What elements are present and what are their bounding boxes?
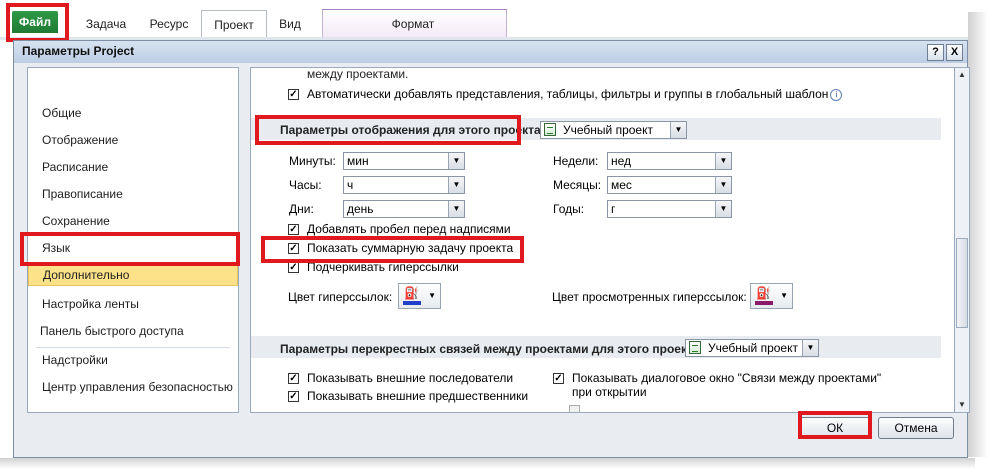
nav-item-quick-access[interactable]: Панель быстрого доступа <box>28 319 238 343</box>
auto-add-label: Автоматически добавлять представления, т… <box>307 87 829 101</box>
years-value: г <box>611 202 616 216</box>
weeks-label: Недели: <box>553 154 599 168</box>
tab-view[interactable]: Вид <box>270 10 310 38</box>
weeks-select[interactable]: нед ▼ <box>607 152 732 170</box>
content-scrollbar[interactable]: ▲ ▼ <box>954 67 970 413</box>
underline-links-label: Подчеркивать гиперссылки <box>307 260 459 274</box>
ok-button[interactable]: ОК <box>800 417 870 439</box>
options-dialog: Параметры Project ? X Общие Отображение … <box>13 40 970 458</box>
cross-project-value: Учебный проект <box>708 341 798 355</box>
tab-project[interactable]: Проект <box>201 10 267 38</box>
cross-section-label: Параметры перекрестных связей между прое… <box>280 342 704 356</box>
info-icon: i <box>830 88 843 101</box>
display-project-select[interactable]: Учебный проект ▼ <box>540 121 687 139</box>
tab-resource[interactable]: Ресурс <box>140 10 198 38</box>
display-section-label: Параметры отображения для этого проекта: <box>280 123 545 137</box>
chevron-down-icon: ▼ <box>448 201 464 217</box>
tab-task[interactable]: Задача <box>78 10 134 38</box>
minutes-value: мин <box>347 154 369 168</box>
visited-color-label: Цвет просмотренных гиперссылок: <box>552 290 747 304</box>
months-label: Месяцы: <box>553 178 602 192</box>
help-button[interactable]: ? <box>927 44 944 61</box>
nav-item-advanced[interactable]: Дополнительно <box>28 262 238 286</box>
cross-project-select[interactable]: Учебный проект ▼ <box>685 339 819 357</box>
scroll-thumb[interactable] <box>956 238 968 328</box>
tab-file[interactable]: Файл <box>12 11 58 33</box>
options-nav: Общие Отображение Расписание Правописани… <box>27 67 239 413</box>
nav-item-addins[interactable]: Надстройки <box>28 348 238 372</box>
chevron-down-icon: ▼ <box>802 340 818 356</box>
link-color-button[interactable]: ⛽ ▼ <box>398 283 441 309</box>
cut-off-text: между проектами. <box>307 67 409 81</box>
paint-bucket-icon: ⛽ <box>756 286 771 300</box>
add-space-label: Добавлять пробел перед надписями <box>307 222 511 236</box>
window-shadow-right <box>968 12 988 457</box>
visited-color-swatch <box>755 301 773 305</box>
show-summary-checkbox[interactable]: ✓ <box>288 243 299 254</box>
show-summary-label: Показать суммарную задачу проекта <box>307 241 514 255</box>
visited-color-button[interactable]: ⛽ ▼ <box>750 283 793 309</box>
window-shadow-bottom <box>0 458 975 469</box>
tab-format[interactable]: Формат <box>370 10 456 38</box>
days-value: день <box>347 202 374 216</box>
display-project-value: Учебный проект <box>563 123 653 137</box>
months-value: мес <box>611 178 632 192</box>
ribbon: Файл Задача Ресурс Проект Вид Формат <box>0 0 968 40</box>
show-links-dialog-label: Показывать диалоговое окно "Связи между … <box>572 371 882 399</box>
chevron-down-icon: ▼ <box>428 291 436 300</box>
nav-item-customize-ribbon[interactable]: Настройка ленты <box>28 292 238 316</box>
years-label: Годы: <box>553 202 585 216</box>
link-color-swatch <box>403 301 421 305</box>
chevron-down-icon: ▼ <box>715 153 731 169</box>
chevron-down-icon: ▼ <box>715 201 731 217</box>
hours-value: ч <box>347 178 354 192</box>
auto-add-row: Автоматически добавлять представления, т… <box>307 87 843 101</box>
days-label: Дни: <box>289 202 314 216</box>
project-file-icon <box>544 123 556 136</box>
minutes-label: Минуты: <box>289 154 336 168</box>
cancel-button[interactable]: Отмена <box>878 417 954 439</box>
chevron-down-icon: ▼ <box>715 177 731 193</box>
dialog-titlebar: Параметры Project ? X <box>14 41 967 63</box>
chevron-down-icon: ▼ <box>448 153 464 169</box>
nav-item-language[interactable]: Язык <box>28 236 238 260</box>
minutes-select[interactable]: мин ▼ <box>343 152 465 170</box>
underline-links-checkbox[interactable]: ✓ <box>288 262 299 273</box>
show-links-dialog-checkbox[interactable]: ✓ <box>553 373 564 384</box>
years-select[interactable]: г ▼ <box>607 200 732 218</box>
show-predecessors-label: Показывать внешние предшественники <box>307 389 529 403</box>
nav-item-display[interactable]: Отображение <box>28 128 238 152</box>
chevron-down-icon: ▼ <box>780 291 788 300</box>
nav-item-schedule[interactable]: Расписание <box>28 155 238 179</box>
hours-select[interactable]: ч ▼ <box>343 176 465 194</box>
dialog-title: Параметры Project <box>22 44 135 58</box>
project-file-icon <box>689 341 701 354</box>
nav-item-proofing[interactable]: Правописание <box>28 182 238 206</box>
show-successors-checkbox[interactable]: ✓ <box>288 373 299 384</box>
nav-item-general[interactable]: Общие <box>28 101 238 125</box>
close-button[interactable]: X <box>946 44 963 61</box>
scroll-down-icon[interactable]: ▼ <box>955 398 969 412</box>
add-space-checkbox[interactable]: ✓ <box>288 224 299 235</box>
show-predecessors-checkbox[interactable]: ✓ <box>288 391 299 402</box>
months-select[interactable]: мес ▼ <box>607 176 732 194</box>
paint-bucket-icon: ⛽ <box>404 286 419 300</box>
hours-label: Часы: <box>289 178 322 192</box>
chevron-down-icon: ▼ <box>670 122 686 138</box>
scroll-up-icon[interactable]: ▲ <box>955 68 969 82</box>
chevron-down-icon: ▼ <box>448 177 464 193</box>
options-content: между проектами. ✓ Автоматически добавля… <box>250 67 954 413</box>
days-select[interactable]: день ▼ <box>343 200 465 218</box>
nav-item-save[interactable]: Сохранение <box>28 209 238 233</box>
link-color-label: Цвет гиперссылок: <box>288 290 393 304</box>
nav-item-trust-center[interactable]: Центр управления безопасностью <box>28 375 238 399</box>
show-successors-label: Показывать внешние последователи <box>307 371 514 385</box>
weeks-value: нед <box>611 154 632 168</box>
disabled-checkbox[interactable] <box>569 405 580 412</box>
auto-add-checkbox[interactable]: ✓ <box>288 89 299 100</box>
